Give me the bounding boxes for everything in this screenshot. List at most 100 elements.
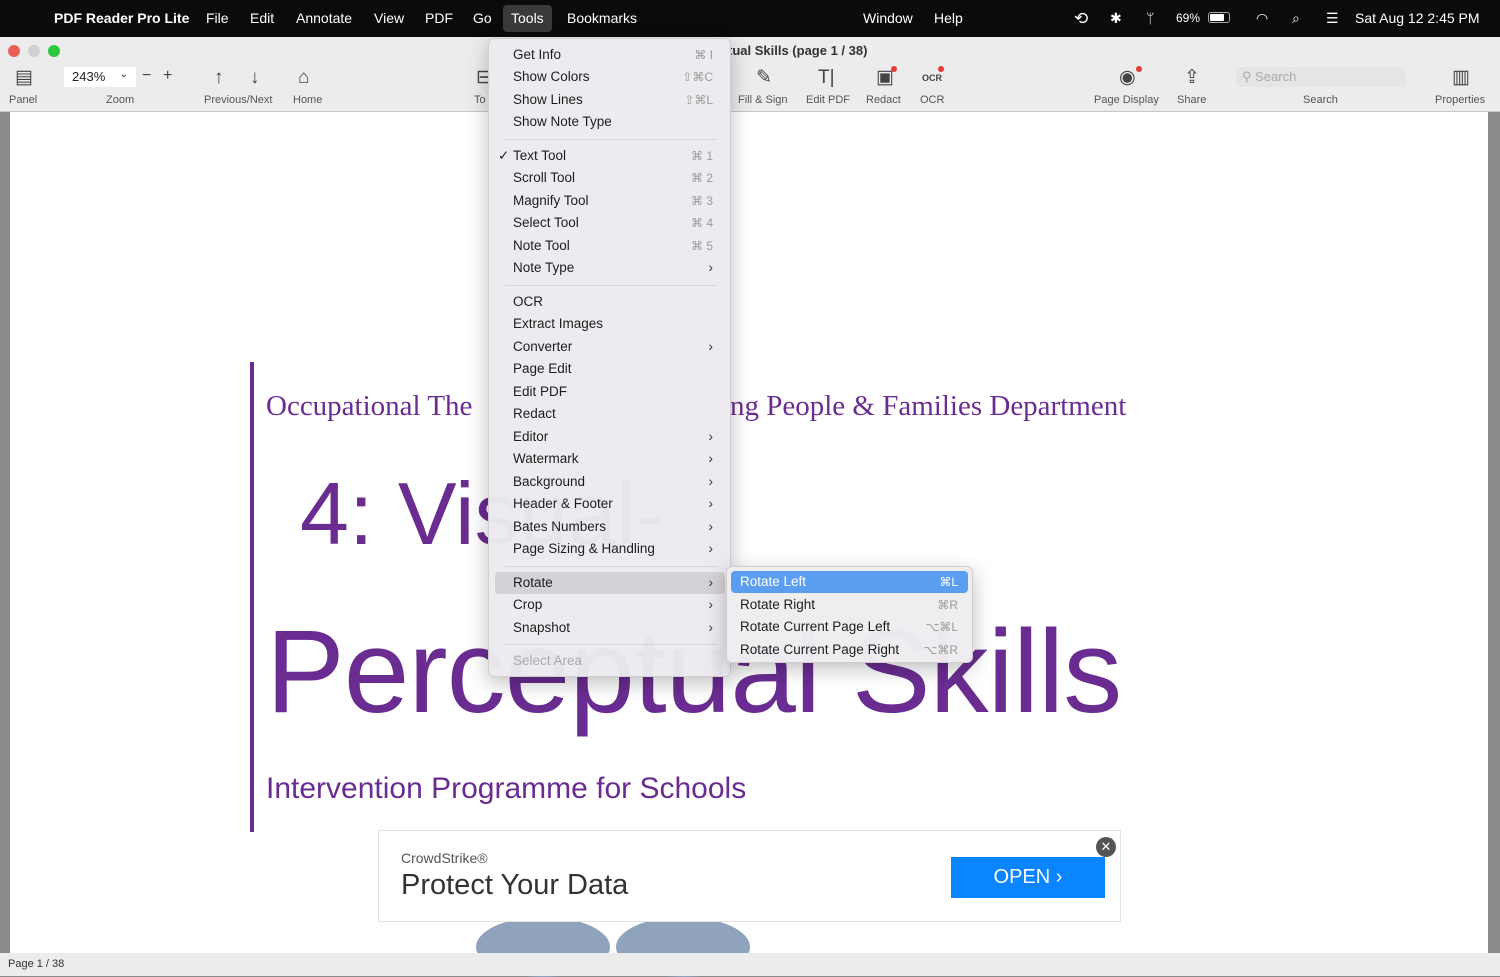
next-button[interactable]: ↓ [250, 65, 260, 91]
chevron-right-icon: › [709, 516, 714, 538]
menu-item-text: Page Edit [513, 361, 572, 376]
menu-app[interactable]: PDF Reader Pro Lite [46, 0, 197, 37]
menu-item-get-info[interactable]: Get Info⌘ I [495, 44, 725, 66]
menu-item-watermark[interactable]: Watermark› [495, 448, 725, 470]
menu-item-show-note-type[interactable]: Show Note Type [495, 111, 725, 133]
menu-item-show-lines[interactable]: Show Lines⇧⌘L [495, 89, 725, 111]
menu-item-text: Text Tool [513, 148, 566, 163]
wifi-icon[interactable]: ◠ [1248, 0, 1276, 37]
menu-file[interactable]: File [198, 0, 237, 37]
panel-button[interactable]: ▤ [12, 65, 36, 91]
menu-bookmarks[interactable]: Bookmarks [559, 0, 645, 37]
ad-open-button[interactable]: OPEN › [951, 857, 1105, 898]
menu-item-page-sizing[interactable]: Page Sizing & Handling› [495, 538, 725, 560]
close-button[interactable] [8, 45, 20, 57]
menu-item-editor[interactable]: Editor› [495, 426, 725, 448]
menu-item-text: Extract Images [513, 316, 603, 331]
menu-separator [505, 139, 717, 140]
menu-item-edit-pdf[interactable]: Edit PDF [495, 381, 725, 403]
menu-item-rotate-right[interactable]: Rotate Right⌘R [731, 594, 968, 616]
properties-icon: ▥ [1452, 65, 1470, 91]
page-display-badge [1136, 66, 1142, 72]
zoom-in-button[interactable]: + [163, 67, 172, 85]
menu-item-redact[interactable]: Redact [495, 403, 725, 425]
menu-item-note-type[interactable]: Note Type› [495, 257, 725, 279]
share-button[interactable]: ⇪ [1184, 65, 1200, 91]
menu-item-text: ⌘ I [694, 44, 713, 66]
menu-help[interactable]: Help [926, 0, 971, 37]
menu-go[interactable]: Go [465, 0, 500, 37]
share-label: Share [1177, 94, 1206, 106]
chevron-right-icon: › [709, 426, 714, 448]
properties-label: Properties [1435, 94, 1485, 106]
previous-button[interactable]: ↑ [214, 65, 224, 91]
clock[interactable]: Sat Aug 12 2:45 PM [1347, 0, 1488, 37]
menu-item-ocr[interactable]: OCR [495, 291, 725, 313]
menu-item-background[interactable]: Background› [495, 471, 725, 493]
chevron-right-icon: › [709, 336, 714, 358]
bluetooth-icon[interactable]: ✱ [1102, 0, 1130, 37]
menu-tools[interactable]: Tools [503, 5, 552, 32]
menu-view[interactable]: View [366, 0, 412, 37]
properties-button[interactable]: ▥ [1452, 65, 1470, 91]
menu-item-scroll-tool[interactable]: Scroll Tool⌘ 2 [495, 167, 725, 189]
menu-item-rotate-left[interactable]: Rotate Left⌘L [731, 571, 968, 593]
zoom-select[interactable]: 243% ⌄ [64, 67, 136, 87]
menu-item-converter[interactable]: Converter › [495, 336, 725, 358]
spotlight-icon[interactable]: ⌕ [1284, 0, 1308, 37]
ad-close-icon[interactable]: ✕ [1096, 837, 1116, 857]
menu-item-bates-numbers[interactable]: Bates Numbers› [495, 516, 725, 538]
menu-item-text: Scroll Tool [513, 170, 575, 185]
minimize-button[interactable] [28, 45, 40, 57]
menu-item-note-tool[interactable]: Note Tool⌘ 5 [495, 235, 725, 257]
menu-item-text: Rotate Right [740, 597, 815, 612]
battery-percent: 69% [1168, 0, 1208, 37]
menu-item-rotate-current-left[interactable]: Rotate Current Page Left⌥⌘L [731, 616, 968, 638]
panel-icon: ▤ [12, 65, 36, 91]
menu-item-text: Note Type [513, 260, 574, 275]
menu-item-text: Select Area [513, 653, 582, 668]
menu-item-magnify-tool[interactable]: Magnify Tool⌘ 3 [495, 190, 725, 212]
menu-item-extract-images[interactable]: Extract Images [495, 313, 725, 335]
menu-item-snapshot[interactable]: Snapshot› [495, 617, 725, 639]
menu-item-show-colors[interactable]: Show Colors⇧⌘C [495, 66, 725, 88]
zoom-label: Zoom [106, 94, 134, 106]
zoom-window-button[interactable] [48, 45, 60, 57]
panel-label: Panel [9, 94, 37, 106]
menu-item-text: Magnify Tool [513, 193, 589, 208]
menu-item-text-tool[interactable]: ✓Text Tool⌘ 1 [495, 145, 725, 167]
page-display-button[interactable]: ◉ [1119, 65, 1136, 91]
menu-item-text: Converter [513, 339, 572, 354]
fill-sign-label: Fill & Sign [738, 94, 788, 106]
menu-item-rotate[interactable]: Rotate› [495, 572, 725, 594]
menu-annotate[interactable]: Annotate [288, 0, 360, 37]
pdf-page[interactable]: Occupational The ng People & Families De… [10, 112, 1488, 953]
doc-subtitle: Intervention Programme for Schools [266, 772, 746, 806]
menu-pdf[interactable]: PDF [417, 0, 461, 37]
menu-item-crop[interactable]: Crop› [495, 594, 725, 616]
edit-pdf-label: Edit PDF [806, 94, 850, 106]
menu-window[interactable]: Window [855, 0, 921, 37]
menu-edit[interactable]: Edit [242, 0, 282, 37]
menu-item-header-footer[interactable]: Header & Footer› [495, 493, 725, 515]
zoom-out-button[interactable]: − [142, 67, 151, 85]
page-display-label: Page Display [1094, 94, 1159, 106]
edit-pdf-button[interactable]: T| [818, 65, 835, 91]
fill-sign-button[interactable]: ✎ [756, 65, 772, 91]
menu-separator [505, 285, 717, 286]
menu-item-select-tool[interactable]: Select Tool⌘ 4 [495, 212, 725, 234]
sync-icon[interactable]: ⟲ [1066, 0, 1096, 37]
airpods-icon[interactable]: ᛘ [1138, 0, 1162, 37]
menu-item-rotate-current-right[interactable]: Rotate Current Page Right⌥⌘R [731, 639, 968, 661]
menu-item-text: Rotate Left [740, 574, 806, 589]
home-button[interactable]: ⌂ [298, 65, 309, 91]
menu-item-page-edit[interactable]: Page Edit [495, 358, 725, 380]
apple-icon[interactable] [14, 0, 30, 37]
battery-icon[interactable] [1208, 12, 1230, 23]
ad-banner[interactable]: CrowdStrike® Protect Your Data OPEN › ✕ [378, 830, 1121, 922]
search-input[interactable]: ⚲ Search [1236, 67, 1406, 87]
control-center-icon[interactable]: ☰ [1318, 0, 1347, 37]
prevnext-label: Previous/Next [204, 94, 272, 106]
menu-item-text: Show Colors [513, 69, 590, 84]
menu-item-text: Crop [513, 597, 542, 612]
